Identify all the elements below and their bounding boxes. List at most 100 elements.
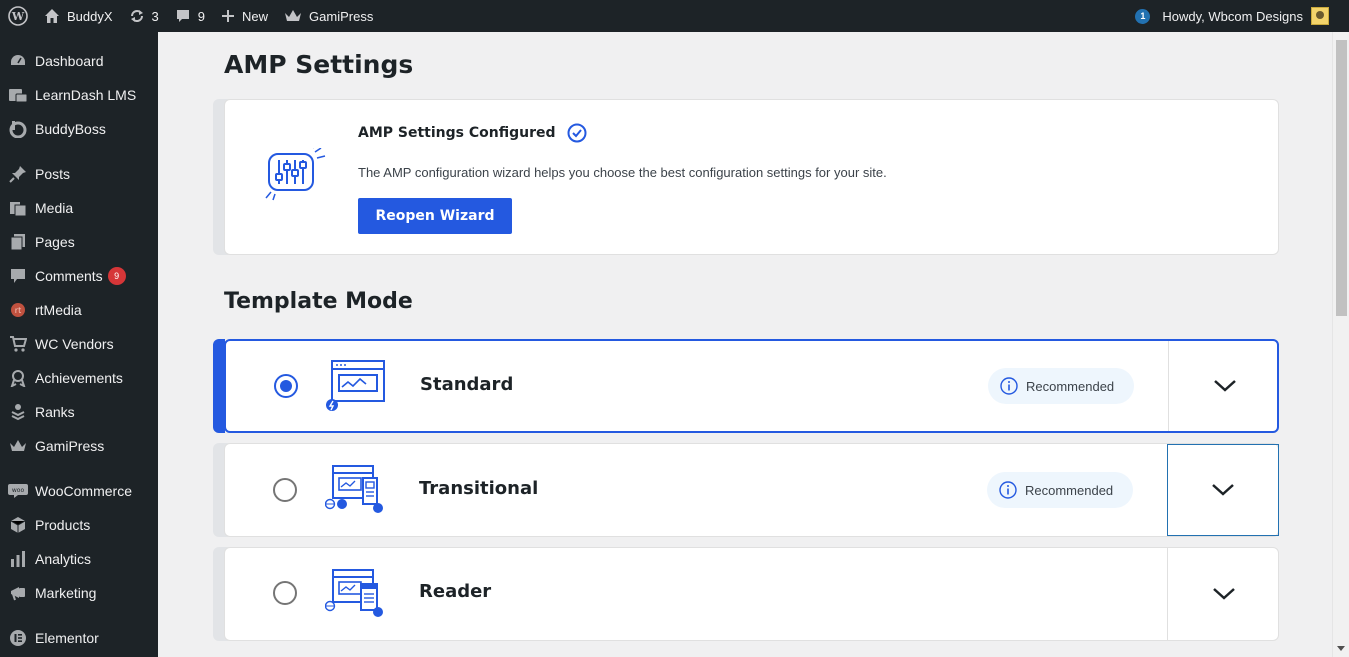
sidebar-item-analytics[interactable]: Analytics <box>0 542 158 576</box>
reopen-wizard-button[interactable]: Reopen Wizard <box>358 198 512 234</box>
sidebar-item-label: Products <box>35 517 91 533</box>
sidebar-item-marketing[interactable]: Marketing <box>0 576 158 610</box>
plus-icon <box>222 10 235 22</box>
media-icon <box>8 198 28 218</box>
chevron-down-icon <box>1213 380 1236 392</box>
scrollbar-thumb[interactable] <box>1336 40 1347 316</box>
sidebar-item-label: rtMedia <box>35 302 82 318</box>
svg-text:woo: woo <box>12 487 25 494</box>
sidebar-item-comments[interactable]: Comments 9 <box>0 259 158 293</box>
bar-chart-icon <box>8 549 28 569</box>
box-icon <box>8 515 28 535</box>
chevron-down-icon <box>1212 484 1234 496</box>
sidebar-item-label: LearnDash LMS <box>35 87 137 103</box>
reader-mode-icon <box>325 569 383 617</box>
wizard-card: AMP Settings Configured The AMP configur… <box>224 99 1279 255</box>
comment-icon <box>176 10 189 22</box>
recommended-badge: Recommended <box>987 472 1133 508</box>
sidebar-item-dashboard[interactable]: Dashboard <box>0 44 158 78</box>
info-icon <box>1000 377 1018 395</box>
gamipress-label: GamiPress <box>309 8 374 24</box>
pin-icon <box>8 164 28 184</box>
page-title: AMP Settings <box>224 50 414 79</box>
cart-icon <box>8 334 28 354</box>
mode-card-transitional[interactable]: Transitional Recommended <box>224 443 1279 537</box>
chevron-down-icon <box>1212 588 1235 600</box>
mode-card-reader[interactable]: Reader <box>224 547 1279 641</box>
new-label: New <box>242 8 269 24</box>
new-content-link[interactable]: New <box>213 0 276 32</box>
admin-bar: W BuddyX 3 9 New GamiPress 1 Howdy, Wbco… <box>0 0 1349 32</box>
sidebar-item-label: WooCommerce <box>35 483 132 499</box>
sidebar-item-achievements[interactable]: Achievements <box>0 361 158 395</box>
site-name-link[interactable]: BuddyX <box>36 0 121 32</box>
svg-text:W: W <box>11 10 25 23</box>
elementor-icon <box>8 628 28 648</box>
transitional-mode-icon <box>325 465 383 513</box>
mode-radio-reader[interactable] <box>273 581 297 605</box>
crown-icon <box>8 436 28 456</box>
comments-count: 9 <box>197 8 206 24</box>
megaphone-icon <box>8 583 28 603</box>
sidebar-item-products[interactable]: Products <box>0 508 158 542</box>
sidebar-item-label: Posts <box>35 166 71 182</box>
sidebar-item-label: Achievements <box>35 370 123 386</box>
mode-radio-standard[interactable] <box>274 374 298 398</box>
crown-icon <box>285 10 302 21</box>
sidebar-item-elementor[interactable]: Elementor <box>0 621 158 655</box>
recommended-label: Recommended <box>1025 482 1114 498</box>
expand-toggle-standard[interactable] <box>1168 341 1280 431</box>
updates-link[interactable]: 3 <box>121 0 167 32</box>
sidebar-item-woocommerce[interactable]: woo WooCommerce <box>0 474 158 508</box>
updates-count: 3 <box>151 8 159 24</box>
sidebar-item-label: GamiPress <box>35 438 105 454</box>
gamipress-link[interactable]: GamiPress <box>276 0 381 32</box>
sidebar-item-wc-vendors[interactable]: WC Vendors <box>0 327 158 361</box>
sidebar-item-ranks[interactable]: Ranks <box>0 395 158 429</box>
recommended-label: Recommended <box>1026 378 1115 394</box>
sidebar-item-label: Analytics <box>35 551 92 567</box>
dashboard-icon <box>8 51 28 71</box>
admin-sidebar: Dashboard LearnDash LMS BuddyBoss Posts … <box>0 32 158 657</box>
sidebar-item-media[interactable]: Media <box>0 191 158 225</box>
scrollbar[interactable] <box>1332 32 1349 657</box>
wizard-description: The AMP configuration wizard helps you c… <box>358 165 887 180</box>
my-account[interactable]: 1 Howdy, Wbcom Designs <box>1135 0 1349 32</box>
sidebar-item-label: Ranks <box>35 404 75 420</box>
sidebar-item-label: Elementor <box>35 630 99 646</box>
recommended-badge: Recommended <box>988 368 1134 404</box>
mode-radio-transitional[interactable] <box>273 478 297 502</box>
mode-label-reader: Reader <box>419 581 492 602</box>
scroll-down-arrow-icon[interactable] <box>1337 646 1345 651</box>
mode-label-standard: Standard <box>420 374 514 395</box>
pages-icon <box>8 232 28 252</box>
avatar[interactable] <box>1311 7 1329 25</box>
svg-text:rt: rt <box>15 306 21 315</box>
notifications-badge[interactable]: 1 <box>1135 8 1151 24</box>
expand-toggle-transitional[interactable] <box>1167 444 1279 536</box>
learndash-icon <box>8 85 28 105</box>
mode-card-standard[interactable]: Standard Recommended <box>224 339 1279 433</box>
site-name: BuddyX <box>67 8 113 24</box>
wordpress-logo-button[interactable]: W <box>0 0 36 32</box>
howdy-greeting[interactable]: Howdy, Wbcom Designs <box>1162 9 1303 24</box>
check-circle-icon <box>567 123 587 143</box>
expand-toggle-reader[interactable] <box>1167 548 1279 640</box>
home-icon <box>45 9 59 23</box>
info-icon <box>999 481 1017 499</box>
comments-link[interactable]: 9 <box>167 0 213 32</box>
sidebar-item-buddyboss[interactable]: BuddyBoss <box>0 112 158 146</box>
updates-icon <box>130 10 143 22</box>
sidebar-item-gamipress[interactable]: GamiPress <box>0 429 158 463</box>
sidebar-item-learndash[interactable]: LearnDash LMS <box>0 78 158 112</box>
sidebar-item-posts[interactable]: Posts <box>0 157 158 191</box>
wordpress-icon: W <box>8 6 28 26</box>
sidebar-item-rtmedia[interactable]: rt rtMedia <box>0 293 158 327</box>
achievement-icon <box>8 368 28 388</box>
buddyboss-icon <box>8 119 28 139</box>
sidebar-item-label: WC Vendors <box>35 336 114 352</box>
sidebar-item-pages[interactable]: Pages <box>0 225 158 259</box>
ranks-icon <box>8 402 28 422</box>
wizard-title: AMP Settings Configured <box>358 123 587 143</box>
sidebar-item-label: Dashboard <box>35 53 104 69</box>
